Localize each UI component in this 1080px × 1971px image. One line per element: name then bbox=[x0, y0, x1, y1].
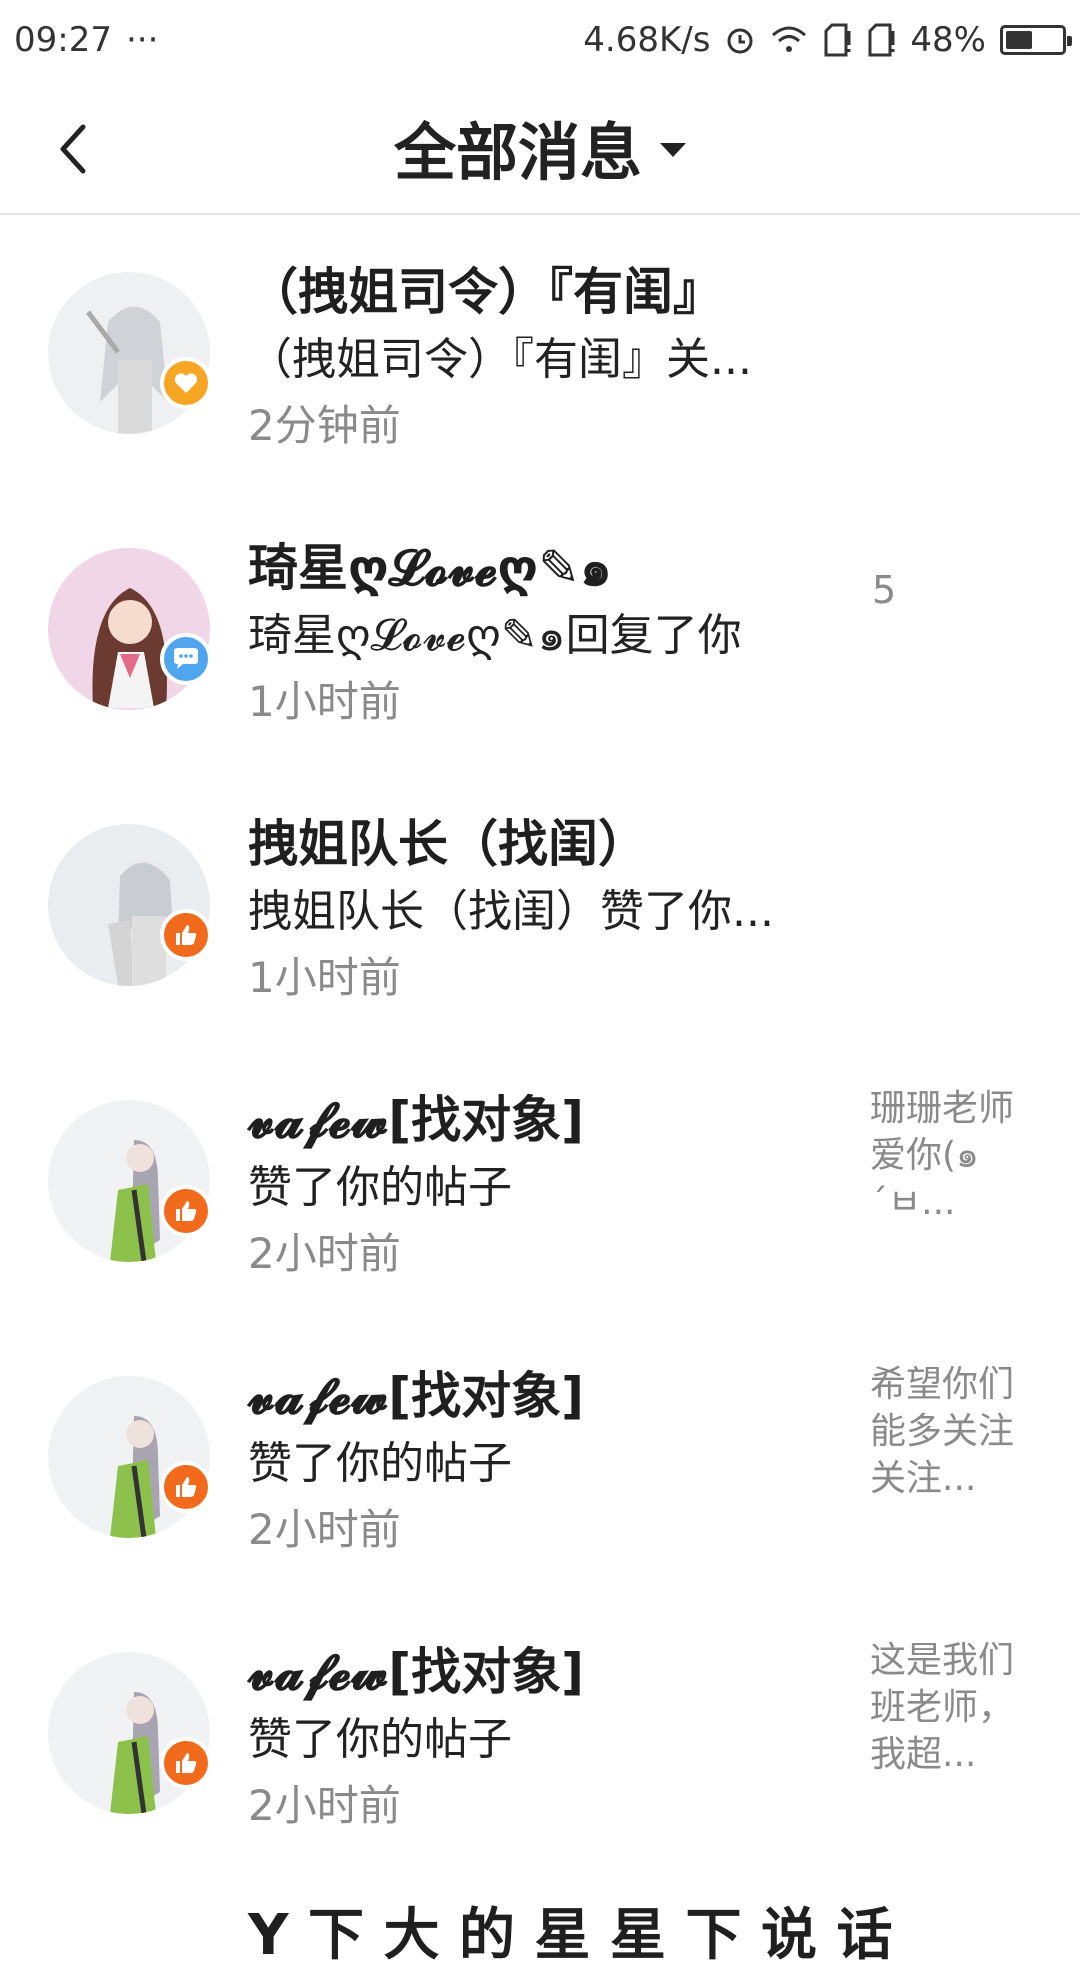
message-time: 2小时前 bbox=[248, 1505, 401, 1554]
message-time: 2小时前 bbox=[248, 1229, 401, 1278]
partial-message-name: Y 下 大 的 星 星 下 说 话 bbox=[248, 1903, 893, 1968]
message-time: 2分钟前 bbox=[248, 401, 401, 450]
battery-percent: 48% bbox=[910, 20, 986, 60]
message-time: 1小时前 bbox=[248, 677, 401, 726]
thumbs-up-icon bbox=[160, 1737, 212, 1789]
battery-level bbox=[1006, 31, 1032, 49]
thumbs-up-icon bbox=[160, 1461, 212, 1513]
alarm-icon bbox=[724, 24, 756, 56]
battery-icon bbox=[1000, 25, 1072, 55]
caret-down-icon bbox=[660, 143, 686, 157]
network-speed: 4.68K/s bbox=[583, 20, 711, 60]
heart-icon bbox=[160, 357, 212, 409]
status-more-dots: ··· bbox=[125, 20, 159, 60]
status-bar: 09:27 ··· 4.68K/s 48% bbox=[0, 0, 1080, 80]
thumbs-up-icon bbox=[160, 909, 212, 961]
message-item[interactable]: （拽姐司令）『有闺』 （拽姐司令）『有闺』关... 2分钟前 bbox=[0, 217, 1080, 493]
sender-name: （拽姐司令）『有闺』 bbox=[248, 263, 723, 321]
message-item[interactable]: 拽姐队长（找闺） 拽姐队长（找闺）赞了你... 1小时前 bbox=[0, 769, 1080, 1045]
message-snippet: （拽姐司令）『有闺』关... bbox=[248, 334, 752, 385]
avatar[interactable] bbox=[48, 1652, 210, 1814]
message-time: 2小时前 bbox=[248, 1781, 401, 1830]
message-item[interactable]: 𝓿𝓪𝓯𝓮𝔀[找对象] 赞了你的帖子 2小时前 这是我们班老师，我超... bbox=[0, 1597, 1080, 1873]
post-preview: 希望你们能多关注关注... bbox=[870, 1364, 1015, 1499]
message-snippet: 赞了你的帖子 bbox=[248, 1438, 512, 1489]
message-snippet: 琦星ღ𝓛𝓸𝓿𝓮ღ✎๑回复了你 bbox=[248, 610, 742, 661]
post-preview: 珊珊老师爱你(๑´ㅂ... bbox=[870, 1088, 1015, 1223]
sender-name: 琦星ღ𝓛𝓸𝓿𝓮ღ✎๑ bbox=[248, 539, 612, 597]
avatar[interactable] bbox=[48, 548, 210, 710]
chat-bubble-icon bbox=[160, 633, 212, 685]
message-filter-dropdown[interactable]: 全部消息 bbox=[0, 102, 1080, 192]
message-list: （拽姐司令）『有闺』 （拽姐司令）『有闺』关... 2分钟前 琦星ღ𝓛𝓸𝓿𝓮ღ✎… bbox=[0, 217, 1080, 1873]
page-title: 全部消息 bbox=[393, 116, 642, 189]
avatar[interactable] bbox=[48, 824, 210, 986]
message-item[interactable]: 𝓿𝓪𝓯𝓮𝔀[找对象] 赞了你的帖子 2小时前 珊珊老师爱你(๑´ㅂ... bbox=[0, 1045, 1080, 1321]
reply-count: 5 bbox=[872, 568, 897, 612]
wifi-icon bbox=[770, 24, 808, 56]
sender-name: 𝓿𝓪𝓯𝓮𝔀[找对象] bbox=[248, 1643, 584, 1701]
message-time: 1小时前 bbox=[248, 953, 401, 1002]
message-item[interactable]: 𝓿𝓪𝓯𝓮𝔀[找对象] 赞了你的帖子 2小时前 希望你们能多关注关注... bbox=[0, 1321, 1080, 1597]
sender-name: 拽姐队长（找闺） bbox=[248, 815, 648, 873]
sender-name: 𝓿𝓪𝓯𝓮𝔀[找对象] bbox=[248, 1091, 584, 1149]
message-snippet: 拽姐队长（找闺）赞了你... bbox=[248, 886, 774, 937]
message-snippet: 赞了你的帖子 bbox=[248, 1714, 512, 1765]
sim-2-no-signal-icon bbox=[866, 23, 896, 57]
status-time: 09:27 bbox=[14, 20, 112, 60]
post-preview: 这是我们班老师，我超... bbox=[870, 1640, 1015, 1775]
sim-1-no-signal-icon bbox=[822, 23, 852, 57]
avatar[interactable] bbox=[48, 272, 210, 434]
header-bar: 全部消息 bbox=[0, 80, 1080, 215]
avatar[interactable] bbox=[48, 1376, 210, 1538]
avatar[interactable] bbox=[48, 1100, 210, 1262]
sender-name: 𝓿𝓪𝓯𝓮𝔀[找对象] bbox=[248, 1367, 584, 1425]
message-item[interactable]: 琦星ღ𝓛𝓸𝓿𝓮ღ✎๑ 琦星ღ𝓛𝓸𝓿𝓮ღ✎๑回复了你 1小时前 5 bbox=[0, 493, 1080, 769]
thumbs-up-icon bbox=[160, 1185, 212, 1237]
message-snippet: 赞了你的帖子 bbox=[248, 1162, 512, 1213]
